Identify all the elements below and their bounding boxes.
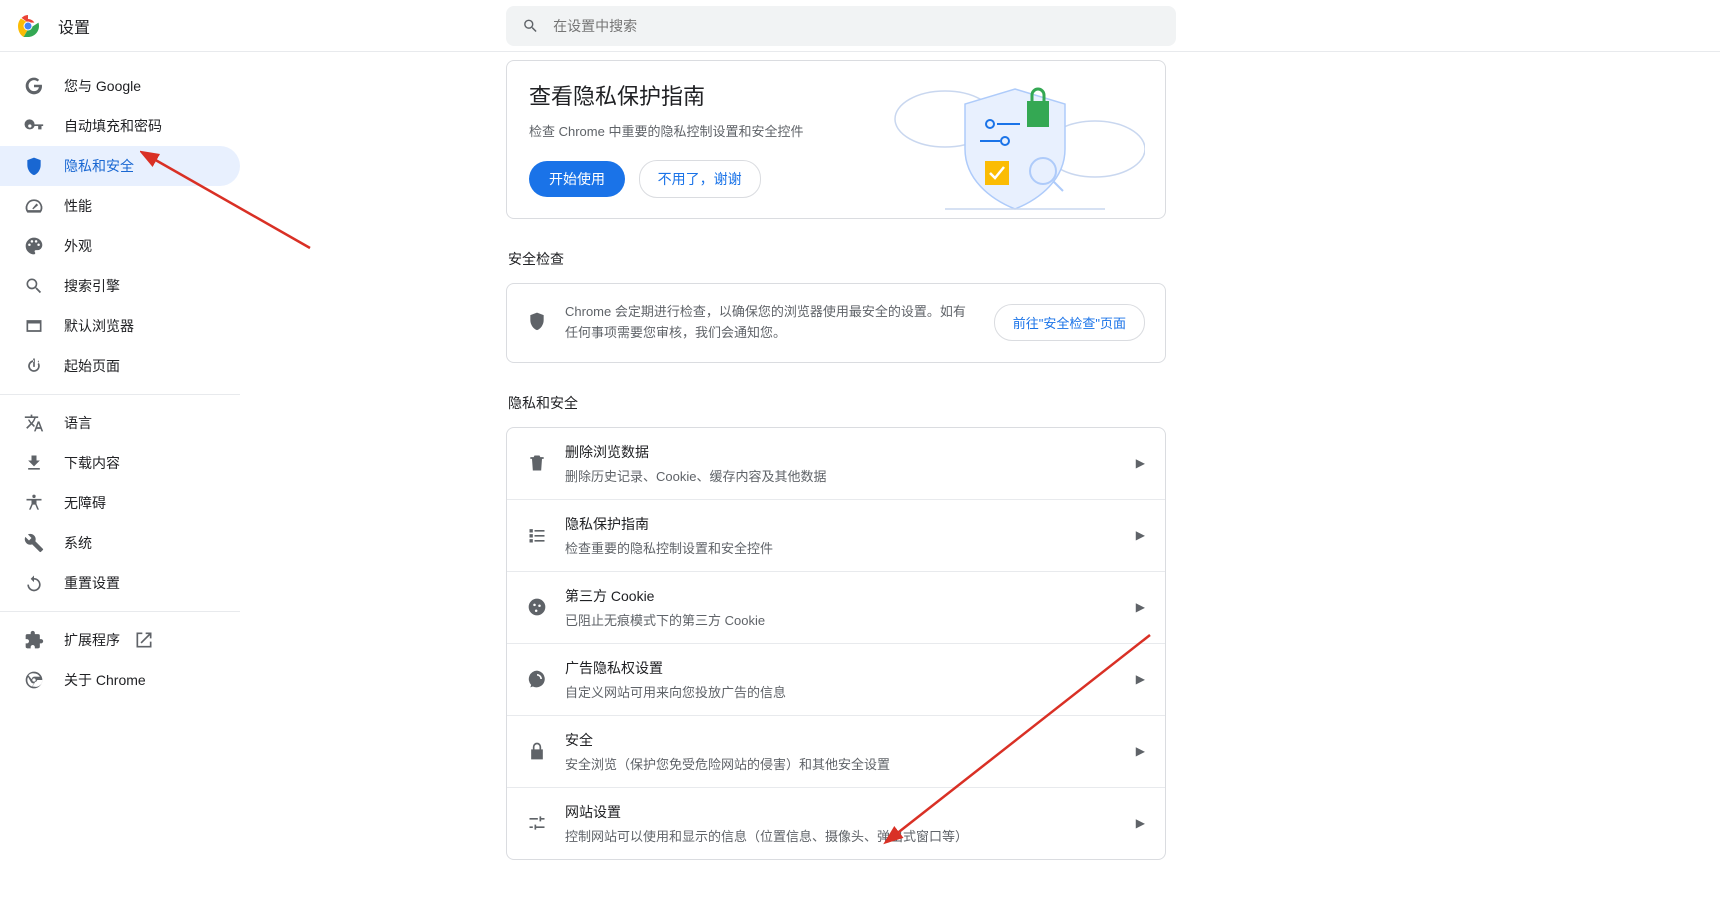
main-content: 查看隐私保护指南 检查 Chrome 中重要的隐私控制设置和安全控件 开始使用 … [506,60,1166,860]
chevron-right-icon: ▶ [1136,456,1145,470]
sidebar-item-on-startup[interactable]: 起始页面 [0,346,240,386]
row-clear-browsing-data[interactable]: 删除浏览数据 删除历史记录、Cookie、缓存内容及其他数据 ▶ [507,428,1165,499]
row-title: 第三方 Cookie [565,586,1136,606]
chrome-outline-icon [24,670,44,690]
sidebar-item-you-and-google[interactable]: 您与 Google [0,66,240,106]
row-subtitle: 自定义网站可用来向您投放广告的信息 [565,682,1136,701]
sidebar-item-performance[interactable]: 性能 [0,186,240,226]
sidebar-item-extensions[interactable]: 扩展程序 [0,620,240,660]
row-subtitle: 检查重要的隐私控制设置和安全控件 [565,538,1136,557]
checklist-icon [527,525,547,545]
chevron-right-icon: ▶ [1136,600,1145,614]
privacy-illustration [885,69,1145,219]
sidebar-item-label: 系统 [64,533,92,553]
sidebar-item-label: 性能 [64,196,92,216]
row-site-settings[interactable]: 网站设置 控制网站可以使用和显示的信息（位置信息、摄像头、弹出式窗口等） ▶ [507,787,1165,859]
sidebar-item-label: 默认浏览器 [64,316,134,336]
row-title: 网站设置 [565,802,1136,822]
sliders-icon [527,813,547,833]
lock-icon [527,741,547,761]
sidebar-item-privacy[interactable]: 隐私和安全 [0,146,240,186]
power-icon [24,356,44,376]
sidebar-item-autofill[interactable]: 自动填充和密码 [0,106,240,146]
privacy-guide-card: 查看隐私保护指南 检查 Chrome 中重要的隐私控制设置和安全控件 开始使用 … [506,60,1166,219]
sidebar-separator [0,611,240,612]
shield-icon [527,311,547,334]
search-icon [24,276,44,296]
sidebar-item-label: 隐私和安全 [64,156,134,176]
safety-check-text: Chrome 会定期进行检查，以确保您的浏览器使用最安全的设置。如有任何事项需要… [565,302,994,344]
chrome-logo-icon [16,14,40,38]
sidebar-separator [0,394,240,395]
sidebar-item-about[interactable]: 关于 Chrome [0,660,240,700]
sidebar-item-label: 自动填充和密码 [64,116,162,136]
search-input[interactable] [553,18,1160,34]
start-button[interactable]: 开始使用 [529,161,625,197]
sidebar-item-label: 重置设置 [64,573,120,593]
search-icon [522,17,539,35]
sidebar-item-system[interactable]: 系统 [0,523,240,563]
sidebar-item-label: 扩展程序 [64,630,120,650]
row-title: 删除浏览数据 [565,442,1136,462]
chevron-right-icon: ▶ [1136,672,1145,686]
row-subtitle: 已阻止无痕模式下的第三方 Cookie [565,610,1136,629]
sidebar-item-label: 无障碍 [64,493,106,513]
translate-icon [24,413,44,433]
browser-icon [24,316,44,336]
google-g-icon [24,76,44,96]
chevron-right-icon: ▶ [1136,744,1145,758]
sidebar-item-label: 关于 Chrome [64,670,146,690]
trash-icon [527,453,547,473]
reset-icon [24,573,44,593]
accessibility-icon [24,493,44,513]
row-title: 广告隐私权设置 [565,658,1136,678]
row-privacy-guide[interactable]: 隐私保护指南 检查重要的隐私控制设置和安全控件 ▶ [507,499,1165,571]
row-title: 安全 [565,730,1136,750]
chevron-right-icon: ▶ [1136,816,1145,830]
sidebar-item-label: 搜索引擎 [64,276,120,296]
page-title: 设置 [58,14,90,38]
row-title: 隐私保护指南 [565,514,1136,534]
chevron-right-icon: ▶ [1136,528,1145,542]
speedometer-icon [24,196,44,216]
safety-check-heading: 安全检查 [508,249,1166,269]
palette-icon [24,236,44,256]
sidebar-item-appearance[interactable]: 外观 [0,226,240,266]
sidebar-item-label: 您与 Google [64,76,141,96]
row-security[interactable]: 安全 安全浏览（保护您免受危险网站的侵害）和其他安全设置 ▶ [507,715,1165,787]
row-ad-privacy[interactable]: 广告隐私权设置 自定义网站可用来向您投放广告的信息 ▶ [507,643,1165,715]
sidebar: 您与 Google 自动填充和密码 隐私和安全 性能 外观 搜索引擎 默认浏览器… [0,60,240,700]
row-third-party-cookies[interactable]: 第三方 Cookie 已阻止无痕模式下的第三方 Cookie ▶ [507,571,1165,643]
sidebar-item-search-engine[interactable]: 搜索引擎 [0,266,240,306]
go-safety-check-button[interactable]: 前往"安全检查"页面 [994,304,1145,341]
sidebar-item-default-browser[interactable]: 默认浏览器 [0,306,240,346]
external-link-icon [134,630,154,650]
shield-icon [24,156,44,176]
key-icon [24,116,44,136]
sidebar-item-label: 外观 [64,236,92,256]
safety-check-card: Chrome 会定期进行检查，以确保您的浏览器使用最安全的设置。如有任何事项需要… [506,283,1166,363]
extension-icon [24,630,44,650]
wrench-icon [24,533,44,553]
privacy-list: 删除浏览数据 删除历史记录、Cookie、缓存内容及其他数据 ▶ 隐私保护指南 … [506,427,1166,860]
sidebar-item-accessibility[interactable]: 无障碍 [0,483,240,523]
search-bar[interactable] [506,6,1176,46]
row-subtitle: 控制网站可以使用和显示的信息（位置信息、摄像头、弹出式窗口等） [565,826,1136,845]
sidebar-item-reset[interactable]: 重置设置 [0,563,240,603]
privacy-heading: 隐私和安全 [508,393,1166,413]
ads-icon [527,669,547,689]
no-thanks-button[interactable]: 不用了，谢谢 [639,160,761,198]
sidebar-item-downloads[interactable]: 下载内容 [0,443,240,483]
row-subtitle: 安全浏览（保护您免受危险网站的侵害）和其他安全设置 [565,754,1136,773]
row-subtitle: 删除历史记录、Cookie、缓存内容及其他数据 [565,466,1136,485]
download-icon [24,453,44,473]
sidebar-item-languages[interactable]: 语言 [0,403,240,443]
cookie-icon [527,597,547,617]
sidebar-item-label: 下载内容 [64,453,120,473]
sidebar-item-label: 起始页面 [64,356,120,376]
sidebar-item-label: 语言 [64,413,92,433]
